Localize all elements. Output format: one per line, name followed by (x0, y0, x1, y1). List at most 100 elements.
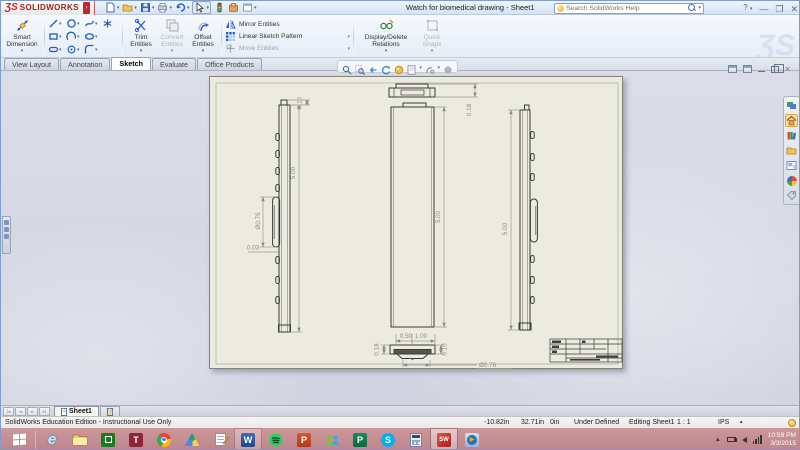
chevron-down-icon[interactable]: ▾ (431, 49, 434, 53)
sketch-polygon-button[interactable]: ▾ (66, 43, 83, 56)
taskbar-calculator[interactable] (402, 428, 430, 450)
mirror-entities-button[interactable]: Mirror Entities (225, 19, 350, 30)
zoom-to-fit-button[interactable] (342, 62, 352, 72)
help-search-box[interactable]: ▾ (554, 3, 704, 14)
taskbar-internet-explorer[interactable]: e (38, 428, 66, 450)
taskbar-word[interactable]: W (234, 428, 262, 450)
next-sheet-button[interactable]: ▸ (27, 407, 38, 416)
display-pane-icon[interactable] (743, 65, 752, 73)
tab-sketch[interactable]: Sketch (111, 57, 151, 70)
linear-sketch-pattern-button[interactable]: Linear Sketch Pattern ▾ (225, 31, 350, 42)
display-delete-relations-button[interactable]: Display/Delete Relations ▾ (357, 16, 415, 57)
sketch-rectangle-button[interactable]: ▾ (48, 30, 65, 43)
design-library-icon[interactable] (785, 129, 798, 142)
left-side-view[interactable] (273, 100, 291, 332)
sketch-ellipse-button[interactable]: ▾ (84, 30, 101, 43)
options-button[interactable]: ▾ (242, 2, 257, 13)
move-entities-button[interactable]: Move Entities ▾ (225, 43, 350, 54)
dimension-left-step[interactable]: 0.03 (247, 245, 260, 252)
viewport-pane-icon[interactable] (728, 65, 737, 73)
graphics-area[interactable]: 0.10 5.00 Ø0.76 0.03 0.18 (1, 71, 800, 405)
dimension-bottom-half-width[interactable]: 0.50 (400, 333, 413, 340)
tray-expand-icon[interactable]: ▲ (715, 437, 721, 443)
chevron-down-icon[interactable]: ▾ (169, 5, 172, 11)
minimize-button[interactable]: — (759, 3, 768, 15)
chevron-down-icon[interactable]: ▾ (206, 5, 209, 11)
taskbar-google-drive[interactable] (178, 428, 206, 450)
select-tool-button[interactable]: ▾ (192, 1, 211, 14)
restore-button[interactable]: ❐ (775, 3, 783, 15)
dimension-bottom-right-depth[interactable]: 0.10 (442, 343, 449, 356)
taskbar-messenger[interactable] (318, 428, 346, 450)
chevron-down-icon[interactable]: ▾ (385, 49, 388, 53)
display-style-button[interactable] (394, 62, 404, 72)
chevron-down-icon[interactable]: ▾ (95, 34, 98, 40)
doc-restore-button[interactable] (771, 66, 779, 73)
menu-expand-arrow[interactable]: › (83, 2, 90, 14)
sketch-spline-button[interactable]: ▾ (84, 17, 101, 30)
right-side-view[interactable] (519, 105, 537, 330)
sketch-fillet-button[interactable]: ▾ (84, 43, 101, 56)
taskbar-journal[interactable] (206, 428, 234, 450)
dimension-front-height[interactable]: 5.00 (435, 210, 442, 223)
save-button[interactable]: ▾ (140, 2, 155, 13)
view-palette-icon[interactable] (785, 159, 798, 172)
quick-snaps-button[interactable]: Quick Snaps ▾ (415, 16, 449, 57)
new-document-button[interactable]: ▾ (105, 2, 120, 13)
doc-close-button[interactable]: × (785, 64, 790, 74)
sheet-tab-sheet1[interactable]: Sheet1 (54, 406, 99, 416)
chevron-down-icon[interactable]: ▾ (59, 34, 62, 40)
doc-minimize-button[interactable] (758, 71, 765, 73)
chevron-down-icon[interactable]: ▾ (347, 34, 350, 40)
chevron-down-icon[interactable]: ▾ (171, 49, 174, 53)
chevron-down-icon[interactable]: ▾ (59, 21, 62, 27)
sketch-circle-button[interactable]: ▾ (66, 17, 83, 30)
redraw-button[interactable] (381, 62, 391, 72)
dimension-bottom-width[interactable]: 1.00 (415, 333, 428, 340)
dimension-left-crown-diameter[interactable]: Ø0.76 (255, 212, 262, 230)
taskbar-solidworks[interactable]: SW (430, 428, 458, 450)
file-properties-button[interactable] (228, 2, 239, 13)
chevron-down-icon[interactable]: ▾ (59, 47, 62, 53)
chevron-down-icon[interactable]: ▾ (77, 21, 80, 27)
view-settings-button[interactable] (443, 62, 453, 72)
sketch-slot-button[interactable]: ▾ (48, 43, 65, 56)
smart-dimension-button[interactable]: Smart Dimension ▾ (3, 16, 41, 57)
start-button[interactable] (5, 428, 33, 450)
chevron-down-icon[interactable]: ▾ (140, 49, 143, 53)
bottom-view[interactable] (390, 345, 435, 361)
speaker-icon[interactable] (742, 437, 747, 443)
taskbar-turningpoint[interactable]: T (122, 428, 150, 450)
file-explorer-icon[interactable] (785, 144, 798, 157)
chevron-down-icon[interactable]: ▾ (419, 65, 422, 71)
first-sheet-button[interactable]: |◂ (3, 407, 14, 416)
undo-button[interactable]: ▾ (175, 2, 190, 13)
taskbar-skype[interactable]: S (374, 428, 402, 450)
taskbar-green-app[interactable] (94, 428, 122, 450)
units-selector[interactable]: IPS (718, 419, 729, 426)
taskbar-powerpoint[interactable]: P (290, 428, 318, 450)
convert-entities-button[interactable]: Convert Entities ▾ (156, 16, 188, 57)
tab-evaluate[interactable]: Evaluate (152, 58, 196, 70)
chevron-down-icon[interactable]: ▾ (117, 5, 120, 11)
dimension-top-depth[interactable]: 0.18 (466, 103, 473, 116)
offset-entities-button[interactable]: Offset Entities ▾ (188, 16, 218, 57)
chevron-down-icon[interactable]: ▾ (152, 5, 155, 11)
chevron-down-icon[interactable]: ▾ (134, 5, 137, 11)
help-button[interactable]: ? ▾ (743, 2, 752, 15)
trim-entities-button[interactable]: Trim Entities ▾ (126, 16, 156, 57)
taskbar-publisher[interactable]: P (346, 428, 374, 450)
chevron-down-icon[interactable]: ▾ (437, 65, 440, 71)
taskbar-clock[interactable]: 10:59 PM 3/3/2015 (768, 432, 799, 448)
chevron-down-icon[interactable]: ▾ (95, 47, 98, 53)
chevron-down-icon[interactable]: ▾ (698, 5, 701, 11)
units-expand-caret[interactable]: ▴ (740, 419, 743, 425)
chevron-down-icon[interactable]: ▾ (347, 46, 350, 52)
drawing-sheet[interactable]: 0.10 5.00 Ø0.76 0.03 0.18 (209, 76, 623, 369)
chevron-down-icon[interactable]: ▾ (77, 47, 80, 53)
last-sheet-button[interactable]: ▸| (39, 407, 50, 416)
dimension-bottom-diameter[interactable]: Ø0.76 (479, 362, 497, 369)
appearances-icon[interactable] (785, 174, 798, 187)
front-view[interactable] (391, 103, 434, 327)
chevron-down-icon[interactable]: ▾ (187, 5, 190, 11)
